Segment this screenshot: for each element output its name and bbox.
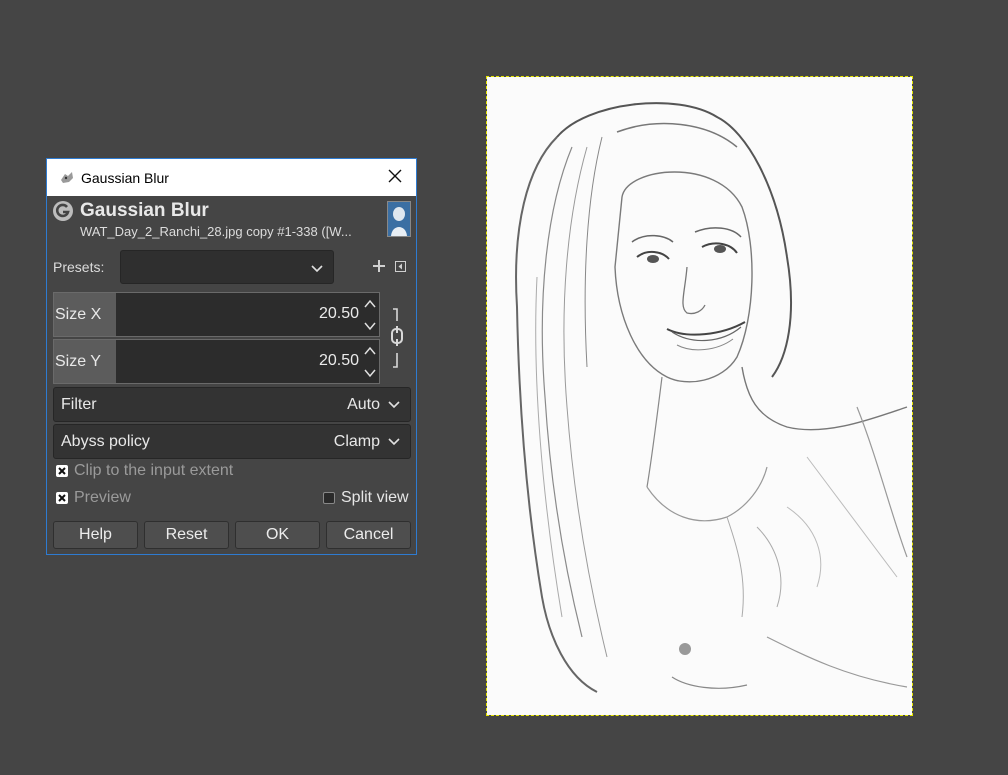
add-preset-icon[interactable]	[373, 260, 385, 272]
filter-dropdown[interactable]: Filter Auto	[53, 387, 411, 422]
size-x-step-icon[interactable]	[364, 297, 376, 333]
size-x-value[interactable]: 20.50	[319, 305, 359, 323]
close-icon[interactable]	[386, 167, 404, 185]
image-thumbnail	[387, 201, 411, 237]
abyss-policy-value: Clamp	[333, 433, 380, 450]
size-y-spinner[interactable]: Size Y 20.50	[53, 339, 380, 384]
dialog-header: Gaussian Blur WAT_Day_2_Ranchi_28.jpg co…	[47, 197, 416, 241]
ok-button[interactable]: OK	[235, 521, 320, 549]
image-canvas[interactable]	[486, 76, 913, 716]
size-y-step-icon[interactable]	[364, 344, 376, 380]
abyss-policy-dropdown[interactable]: Abyss policy Clamp	[53, 424, 411, 459]
chevron-down-icon	[388, 401, 400, 409]
gaussian-blur-dialog: Gaussian Blur Gaussian Blur WAT_Day_2_Ra…	[46, 158, 417, 555]
clip-input-extent-checkbox[interactable]: Clip to the input extent	[56, 462, 233, 480]
gimp-app-icon	[61, 171, 73, 183]
help-button[interactable]: Help	[53, 521, 138, 549]
chain-link-icon[interactable]	[388, 307, 406, 369]
preview-checkbox[interactable]: Preview	[56, 489, 131, 507]
pencil-sketch-portrait	[515, 102, 908, 693]
dialog-heading: Gaussian Blur	[80, 200, 209, 221]
preset-menu-icon[interactable]	[395, 261, 406, 272]
gegl-g-icon	[53, 201, 73, 221]
clip-input-extent-label: Clip to the input extent	[74, 462, 234, 479]
presets-dropdown[interactable]	[120, 250, 334, 284]
window-title: Gaussian Blur	[81, 169, 169, 186]
size-y-label: Size Y	[54, 340, 116, 383]
title-bar[interactable]: Gaussian Blur	[47, 159, 416, 196]
size-x-label: Size X	[54, 293, 116, 336]
checkbox-unchecked-icon	[323, 492, 335, 504]
chevron-down-icon	[388, 438, 400, 446]
size-x-spinner[interactable]: Size X 20.50	[53, 292, 380, 337]
chevron-down-icon	[311, 265, 323, 273]
split-view-checkbox[interactable]: Split view	[323, 489, 409, 507]
checkbox-checked-icon	[56, 492, 68, 504]
filter-value: Auto	[347, 396, 380, 413]
abyss-policy-label: Abyss policy	[61, 433, 150, 450]
size-y-value[interactable]: 20.50	[319, 352, 359, 370]
image-subtitle: WAT_Day_2_Ranchi_28.jpg copy #1-338 ([W.…	[80, 224, 352, 239]
reset-button[interactable]: Reset	[144, 521, 229, 549]
cancel-button[interactable]: Cancel	[326, 521, 411, 549]
filter-label: Filter	[61, 396, 97, 413]
presets-label: Presets:	[53, 259, 105, 275]
preview-label: Preview	[74, 489, 131, 506]
checkbox-checked-icon	[56, 465, 68, 477]
split-view-label: Split view	[341, 489, 409, 506]
